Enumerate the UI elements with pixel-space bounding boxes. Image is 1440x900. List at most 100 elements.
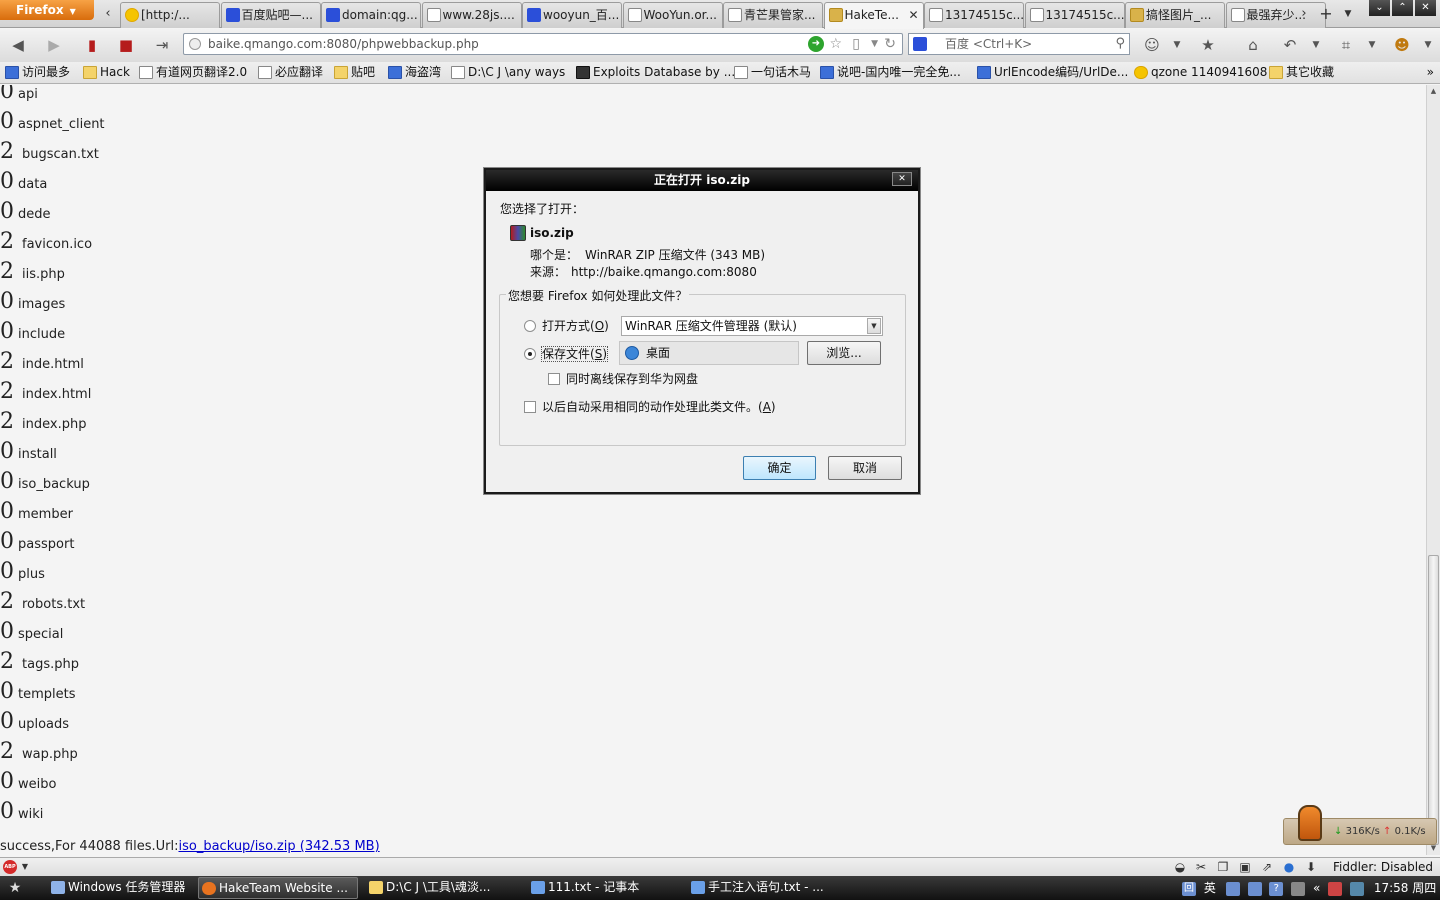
minimize-icon[interactable]: ⌄ bbox=[1369, 0, 1390, 16]
tab-3[interactable]: domain:qg... bbox=[321, 2, 421, 28]
firefox-menu-button[interactable]: Firefox ▼ bbox=[0, 0, 94, 20]
backup-download-link[interactable]: iso_backup/iso.zip (342.53 MB) bbox=[178, 839, 379, 854]
tray-tool-icon[interactable] bbox=[1247, 881, 1262, 896]
monkey-addon-icon[interactable]: ☻ bbox=[1390, 34, 1414, 56]
adblock-icon[interactable]: ABP bbox=[3, 860, 17, 874]
tray-expand-icon[interactable]: « bbox=[1313, 881, 1320, 895]
tab-9[interactable]: 13174515c... bbox=[924, 2, 1024, 28]
chevron-down-icon[interactable]: ▼ bbox=[867, 318, 881, 334]
bookmark-item[interactable]: Exploits Database by ... bbox=[575, 62, 735, 84]
user-icon[interactable]: ● bbox=[1282, 860, 1296, 874]
mobile-icon[interactable]: ▯ bbox=[852, 34, 860, 54]
tab-7[interactable]: 青芒果管家... bbox=[723, 2, 823, 28]
undo-dropdown-icon[interactable]: ▼ bbox=[1304, 34, 1328, 56]
bookmarks-overflow-icon[interactable]: » bbox=[1427, 62, 1434, 83]
undo-icon[interactable]: ↶ bbox=[1278, 34, 1302, 56]
open-with-label[interactable]: 打开方式(O) bbox=[542, 319, 609, 333]
share-icon[interactable]: ⇗ bbox=[1260, 860, 1274, 874]
bookmark-item[interactable]: UrlEncode编码/UrlDe... bbox=[976, 62, 1128, 84]
tab-4[interactable]: www.28js.... bbox=[421, 2, 522, 28]
close-window-icon[interactable]: ✕ bbox=[1415, 0, 1436, 16]
save-file-label[interactable]: 保存文件(S) bbox=[541, 346, 608, 362]
adblock-dropdown-icon[interactable]: ▼ bbox=[18, 860, 32, 874]
bookmark-item[interactable]: qzone 1140941608 bbox=[1133, 62, 1267, 84]
bookmarks-menu-icon[interactable]: ★ bbox=[1196, 34, 1220, 56]
save-file-radio[interactable] bbox=[524, 348, 536, 360]
open-with-app-select[interactable]: WinRAR 压缩文件管理器 (默认) ▼ bbox=[621, 316, 883, 336]
ime-language[interactable]: 英 bbox=[1204, 881, 1216, 895]
bookmark-item[interactable]: 访问最多 bbox=[4, 62, 70, 84]
site-identity-icon[interactable] bbox=[189, 38, 201, 50]
bookmark-item[interactable]: 海盗湾 bbox=[387, 62, 441, 84]
volume-icon[interactable] bbox=[1349, 881, 1364, 896]
ime-icon[interactable]: 回 bbox=[1182, 881, 1196, 896]
crop-icon[interactable]: ⌗ bbox=[1334, 34, 1358, 56]
tab-8[interactable]: HakeTe... ✕ bbox=[823, 2, 924, 29]
keyboard-icon[interactable] bbox=[1225, 881, 1240, 896]
url-history-dropdown-icon[interactable]: ▼ bbox=[871, 34, 878, 54]
exit-icon[interactable]: ⇥ bbox=[150, 34, 174, 56]
go-icon[interactable]: ➜ bbox=[808, 36, 824, 52]
download-icon[interactable]: ⬇ bbox=[1304, 860, 1318, 874]
search-icon[interactable]: ⚲ bbox=[1115, 34, 1125, 54]
tab-2[interactable]: 百度贴吧—... bbox=[220, 2, 321, 28]
taskbar-item[interactable]: 手工注入语句.txt - ... bbox=[688, 877, 848, 899]
url-bar[interactable]: baike.qmango.com:8080/phpwebbackup.php ➜… bbox=[183, 33, 903, 55]
bookmark-item[interactable]: 说吧-国内唯一完全免... bbox=[819, 62, 961, 84]
bookmark-item[interactable]: 其它收藏 bbox=[1268, 62, 1334, 84]
clock[interactable]: 17:58 周四 bbox=[1374, 881, 1436, 895]
tabs-scroll-right-icon[interactable]: › bbox=[1296, 5, 1312, 23]
dialog-close-icon[interactable]: ✕ bbox=[892, 172, 912, 186]
close-tab-icon[interactable]: ✕ bbox=[908, 3, 918, 27]
bookmark-item[interactable]: 贴吧 bbox=[333, 62, 375, 84]
taskbar-item[interactable]: Windows 任务管理器 bbox=[48, 877, 194, 899]
bookmark-item[interactable]: 一句话木马 bbox=[733, 62, 811, 84]
baidu-engine-icon[interactable] bbox=[913, 37, 927, 51]
start-icon[interactable]: ★ bbox=[4, 879, 26, 897]
addon-face-icon[interactable]: ☺ bbox=[1140, 34, 1164, 56]
forward-icon[interactable]: ▶ bbox=[42, 34, 66, 56]
home-icon[interactable]: ⌂ bbox=[1241, 34, 1265, 56]
taskbar-item[interactable]: 111.txt - 记事本 bbox=[528, 877, 684, 899]
bookmark-item[interactable]: D:\C J \any ways bbox=[450, 62, 565, 84]
tab-11[interactable]: 搞怪图片_... bbox=[1125, 2, 1225, 28]
browse-button[interactable]: 浏览... bbox=[807, 341, 881, 365]
mask-icon[interactable]: ◒ bbox=[1173, 860, 1187, 874]
reload-icon[interactable]: ↻ bbox=[884, 34, 896, 54]
bookmark-star-icon[interactable]: ☆ bbox=[829, 34, 842, 54]
tab-5[interactable]: wooyun_百... bbox=[522, 2, 622, 28]
ok-button[interactable]: 确定 bbox=[743, 456, 816, 480]
list-all-tabs-icon[interactable]: ▼ bbox=[1340, 5, 1356, 23]
back-icon[interactable]: ◀ bbox=[6, 34, 30, 56]
addon-dropdown-icon[interactable]: ▼ bbox=[1165, 34, 1189, 56]
save-icon[interactable]: ▣ bbox=[1238, 860, 1252, 874]
taskbar-item[interactable]: D:\C J \工具\魂淡... bbox=[366, 877, 522, 899]
shield-addon-icon[interactable]: ■ bbox=[114, 34, 138, 56]
crop-dropdown-icon[interactable]: ▼ bbox=[1360, 34, 1384, 56]
offline-save-label[interactable]: 同时离线保存到华为网盘 bbox=[566, 372, 698, 386]
tab-6[interactable]: WooYun.or... bbox=[622, 2, 723, 28]
scrollbar-thumb[interactable] bbox=[1428, 555, 1439, 845]
fiddler-status[interactable]: Fiddler: Disabled bbox=[1333, 858, 1433, 876]
tab-1[interactable]: [http:/... bbox=[120, 2, 220, 28]
tab-10[interactable]: 13174515c... bbox=[1024, 2, 1125, 28]
network-icon[interactable] bbox=[1291, 881, 1306, 896]
addon-menu-dropdown-icon[interactable]: ▼ bbox=[1416, 34, 1440, 56]
scroll-up-icon[interactable]: ▲ bbox=[1427, 85, 1440, 98]
new-tab-icon[interactable]: + bbox=[1318, 5, 1334, 23]
bookmark-addon-icon[interactable]: ▮ bbox=[80, 34, 104, 56]
tabs-scroll-left-icon[interactable]: ‹ bbox=[100, 5, 116, 23]
vertical-scrollbar[interactable]: ▲ ▼ bbox=[1426, 85, 1440, 855]
search-input[interactable]: 百度 <Ctrl+K> ⚲ bbox=[908, 33, 1130, 55]
tools-icon[interactable]: ✂ bbox=[1194, 860, 1208, 874]
windows-icon[interactable]: ❐ bbox=[1216, 860, 1230, 874]
maximize-icon[interactable]: ⌃ bbox=[1392, 0, 1413, 16]
taskbar-item[interactable]: HakeTeam Website ... bbox=[198, 877, 358, 899]
tray-app-icon[interactable] bbox=[1328, 881, 1343, 896]
bookmark-item[interactable]: Hack bbox=[82, 62, 130, 84]
offline-save-checkbox[interactable] bbox=[548, 373, 560, 385]
open-with-radio[interactable] bbox=[524, 320, 536, 332]
bookmark-item[interactable]: 有道网页翻译2.0 bbox=[138, 62, 247, 84]
auto-action-label[interactable]: 以后自动采用相同的动作处理此类文件。(A) bbox=[542, 400, 776, 414]
bookmark-item[interactable]: 必应翻译 bbox=[257, 62, 323, 84]
